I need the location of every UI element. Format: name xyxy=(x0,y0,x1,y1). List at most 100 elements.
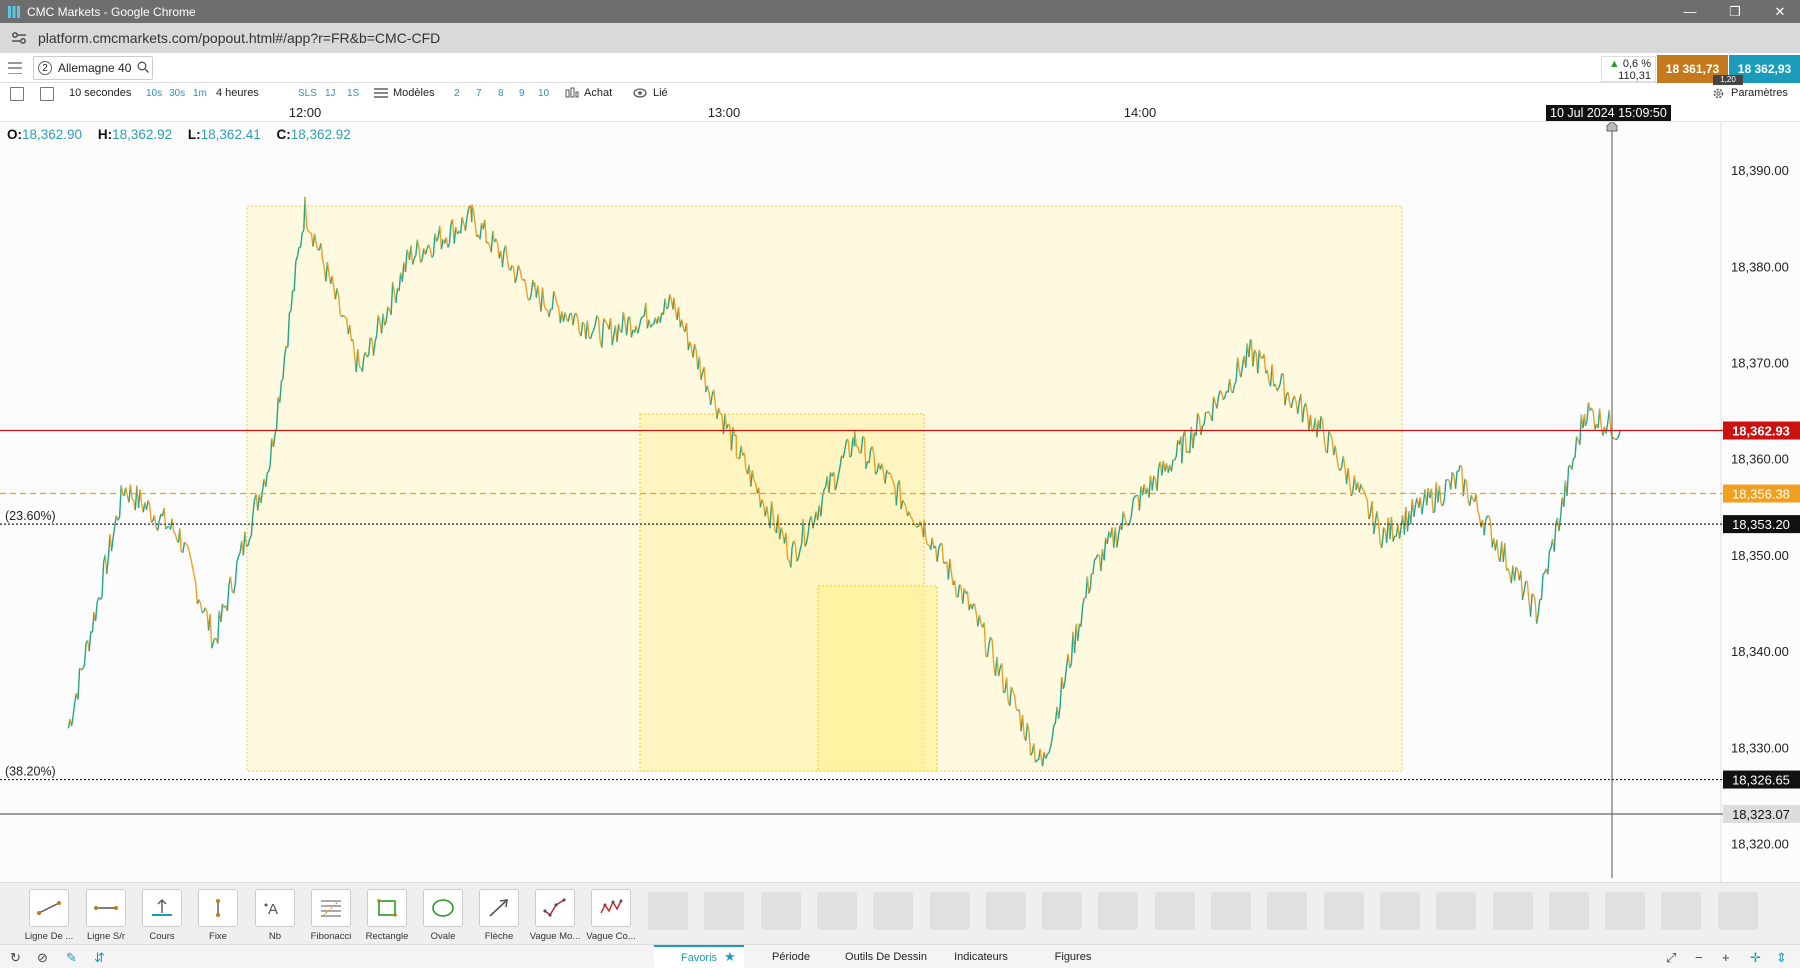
crosshair-icon[interactable]: ✛ xyxy=(1750,950,1761,966)
interval-selector[interactable]: 10 secondes xyxy=(69,87,131,99)
empty-tool-slot[interactable] xyxy=(648,892,688,930)
tab-label: Indicateurs xyxy=(954,951,1008,963)
empty-tool-slot[interactable] xyxy=(985,892,1026,930)
price-bar xyxy=(971,604,974,610)
gear-icon[interactable] xyxy=(1712,87,1725,103)
price-tick-label: 18,330.00 xyxy=(1731,740,1789,755)
price-chart[interactable]: 18,390.00 18,380.00 18,370.00 18,360.00 18,3… xyxy=(0,122,1800,882)
price-bar xyxy=(1134,495,1137,498)
price-bar xyxy=(1531,593,1535,596)
open-value: 18,362.90 xyxy=(22,127,83,142)
interval-30s-button[interactable]: 30s xyxy=(169,88,185,99)
templates-button[interactable]: Modèles xyxy=(393,87,435,99)
tool-fixed[interactable]: Fixe xyxy=(192,889,244,942)
tool-text[interactable]: A Nb xyxy=(249,889,301,942)
preset-10-button[interactable]: 10 xyxy=(538,88,549,99)
empty-tool-slot[interactable] xyxy=(1211,892,1251,930)
buy-chart-button[interactable]: Achat xyxy=(584,87,612,99)
daily-change: ▲ 0,6 % 110,31 xyxy=(1601,56,1656,82)
tool-arrow[interactable]: Flèche xyxy=(473,889,525,942)
time-tick: 13:00 xyxy=(707,105,741,120)
sell-price: 18 361,73 xyxy=(1665,62,1720,76)
tab-figures[interactable]: Figures xyxy=(1028,945,1118,968)
empty-tool-slot[interactable] xyxy=(1267,892,1308,930)
interval-1m-button[interactable]: 1m xyxy=(193,88,207,99)
chart-list-icon[interactable] xyxy=(10,87,24,101)
empty-tool-slot[interactable] xyxy=(1154,892,1195,930)
tool-corrective-wave[interactable]: Vague Co... xyxy=(585,889,637,942)
empty-tool-slot[interactable] xyxy=(760,892,801,930)
buy-chart-icon[interactable] xyxy=(565,87,579,102)
link-eye-icon[interactable] xyxy=(633,87,647,102)
tool-sr-line[interactable]: Ligne S/r xyxy=(80,889,132,942)
empty-tool-slot[interactable] xyxy=(1379,892,1420,930)
preset-8-button[interactable]: 8 xyxy=(498,88,504,99)
horizontal-line-icon xyxy=(86,889,126,927)
spread-badge: 1,20 xyxy=(1713,75,1743,85)
tab-period[interactable]: Période xyxy=(746,945,836,968)
tool-label: Vague Mo... xyxy=(529,931,581,942)
tool-rectangle[interactable]: Rectangle xyxy=(361,889,413,942)
linked-toggle[interactable]: Lié xyxy=(653,87,668,99)
zoom-out-icon[interactable]: − xyxy=(1695,950,1703,965)
ohlc-readout: O:18,362.90 H:18,362.92 L:18,362.41 C:18… xyxy=(7,127,363,142)
empty-tool-slot[interactable] xyxy=(929,892,970,930)
range-selector[interactable]: 4 heures xyxy=(216,87,259,99)
disable-icon[interactable]: ⊘ xyxy=(37,950,48,966)
tool-oval[interactable]: Ovale xyxy=(417,889,469,942)
swap-icon[interactable]: ⇵ xyxy=(94,950,105,966)
address-bar[interactable]: platform.cmcmarkets.com/popout.html#/app… xyxy=(0,23,1800,53)
empty-tool-slot[interactable] xyxy=(1492,892,1533,930)
empty-tool-slot[interactable] xyxy=(1436,892,1477,930)
empty-tool-slot[interactable] xyxy=(1098,892,1139,930)
empty-tool-slot[interactable] xyxy=(1323,892,1364,930)
cmc-app-icon xyxy=(7,5,21,19)
price-bar xyxy=(359,366,362,369)
empty-tool-slot[interactable] xyxy=(704,892,745,930)
empty-tool-slot[interactable] xyxy=(1661,892,1702,930)
layout-grid-icon[interactable] xyxy=(40,87,54,101)
price-tick-label: 18,360.00 xyxy=(1731,452,1789,467)
restore-icon[interactable]: ❐ xyxy=(1712,0,1758,23)
price-line-value: 18,323.07 xyxy=(1732,807,1790,822)
range-1j-button[interactable]: 1J xyxy=(325,88,336,99)
svg-text:A: A xyxy=(268,901,278,918)
range-1s-button[interactable]: 1S xyxy=(347,88,359,99)
price-bar xyxy=(1447,478,1450,481)
vertical-zoom-icon[interactable]: ⇕ xyxy=(1776,950,1787,966)
templates-icon[interactable] xyxy=(374,87,388,102)
close-icon[interactable]: ✕ xyxy=(1757,0,1800,23)
tool-motive-wave[interactable]: Vague Mo... xyxy=(529,889,581,942)
settings-button[interactable]: Paramètres xyxy=(1731,87,1788,99)
empty-tool-slot[interactable] xyxy=(1548,892,1589,930)
empty-tool-slot[interactable] xyxy=(1717,892,1758,930)
tool-price[interactable]: Cours xyxy=(136,889,188,942)
title-bar: CMC Markets - Google Chrome — ❐ ✕ xyxy=(0,0,1800,23)
url-text[interactable]: platform.cmcmarkets.com/popout.html#/app… xyxy=(38,30,440,46)
refresh-icon[interactable]: ↻ xyxy=(10,950,21,966)
empty-tool-slot[interactable] xyxy=(1042,892,1083,930)
site-settings-icon[interactable] xyxy=(10,29,28,47)
interval-10s-button[interactable]: 10s xyxy=(146,88,162,99)
price-bar xyxy=(1047,752,1050,755)
instrument-selector[interactable]: 2 Allemagne 40 xyxy=(33,56,153,80)
minimize-icon[interactable]: — xyxy=(1667,0,1713,23)
hamburger-menu-icon[interactable] xyxy=(6,60,24,76)
tool-trend-line[interactable]: Ligne De ... xyxy=(23,889,75,942)
tool-fibonacci[interactable]: Fibonacci xyxy=(305,889,357,942)
tab-indicators[interactable]: Indicateurs xyxy=(936,945,1026,968)
preset-2-button[interactable]: 2 xyxy=(454,88,460,99)
empty-tool-slot[interactable] xyxy=(1605,892,1646,930)
range-sls-button[interactable]: SLS xyxy=(298,88,317,99)
pencil-icon[interactable]: ✎ xyxy=(66,950,77,966)
zone-rectangle[interactable] xyxy=(817,585,938,772)
tab-drawing-tools[interactable]: Outils De Dessin xyxy=(838,945,934,968)
auto-fit-icon[interactable]: ⤢ xyxy=(1666,950,1676,966)
search-icon[interactable] xyxy=(137,61,150,76)
empty-tool-slot[interactable] xyxy=(873,892,914,930)
preset-9-button[interactable]: 9 xyxy=(519,88,525,99)
preset-7-button[interactable]: 7 xyxy=(476,88,482,99)
zoom-in-icon[interactable]: + xyxy=(1722,950,1730,965)
star-icon[interactable]: ★ xyxy=(724,949,736,965)
empty-tool-slot[interactable] xyxy=(816,892,857,930)
